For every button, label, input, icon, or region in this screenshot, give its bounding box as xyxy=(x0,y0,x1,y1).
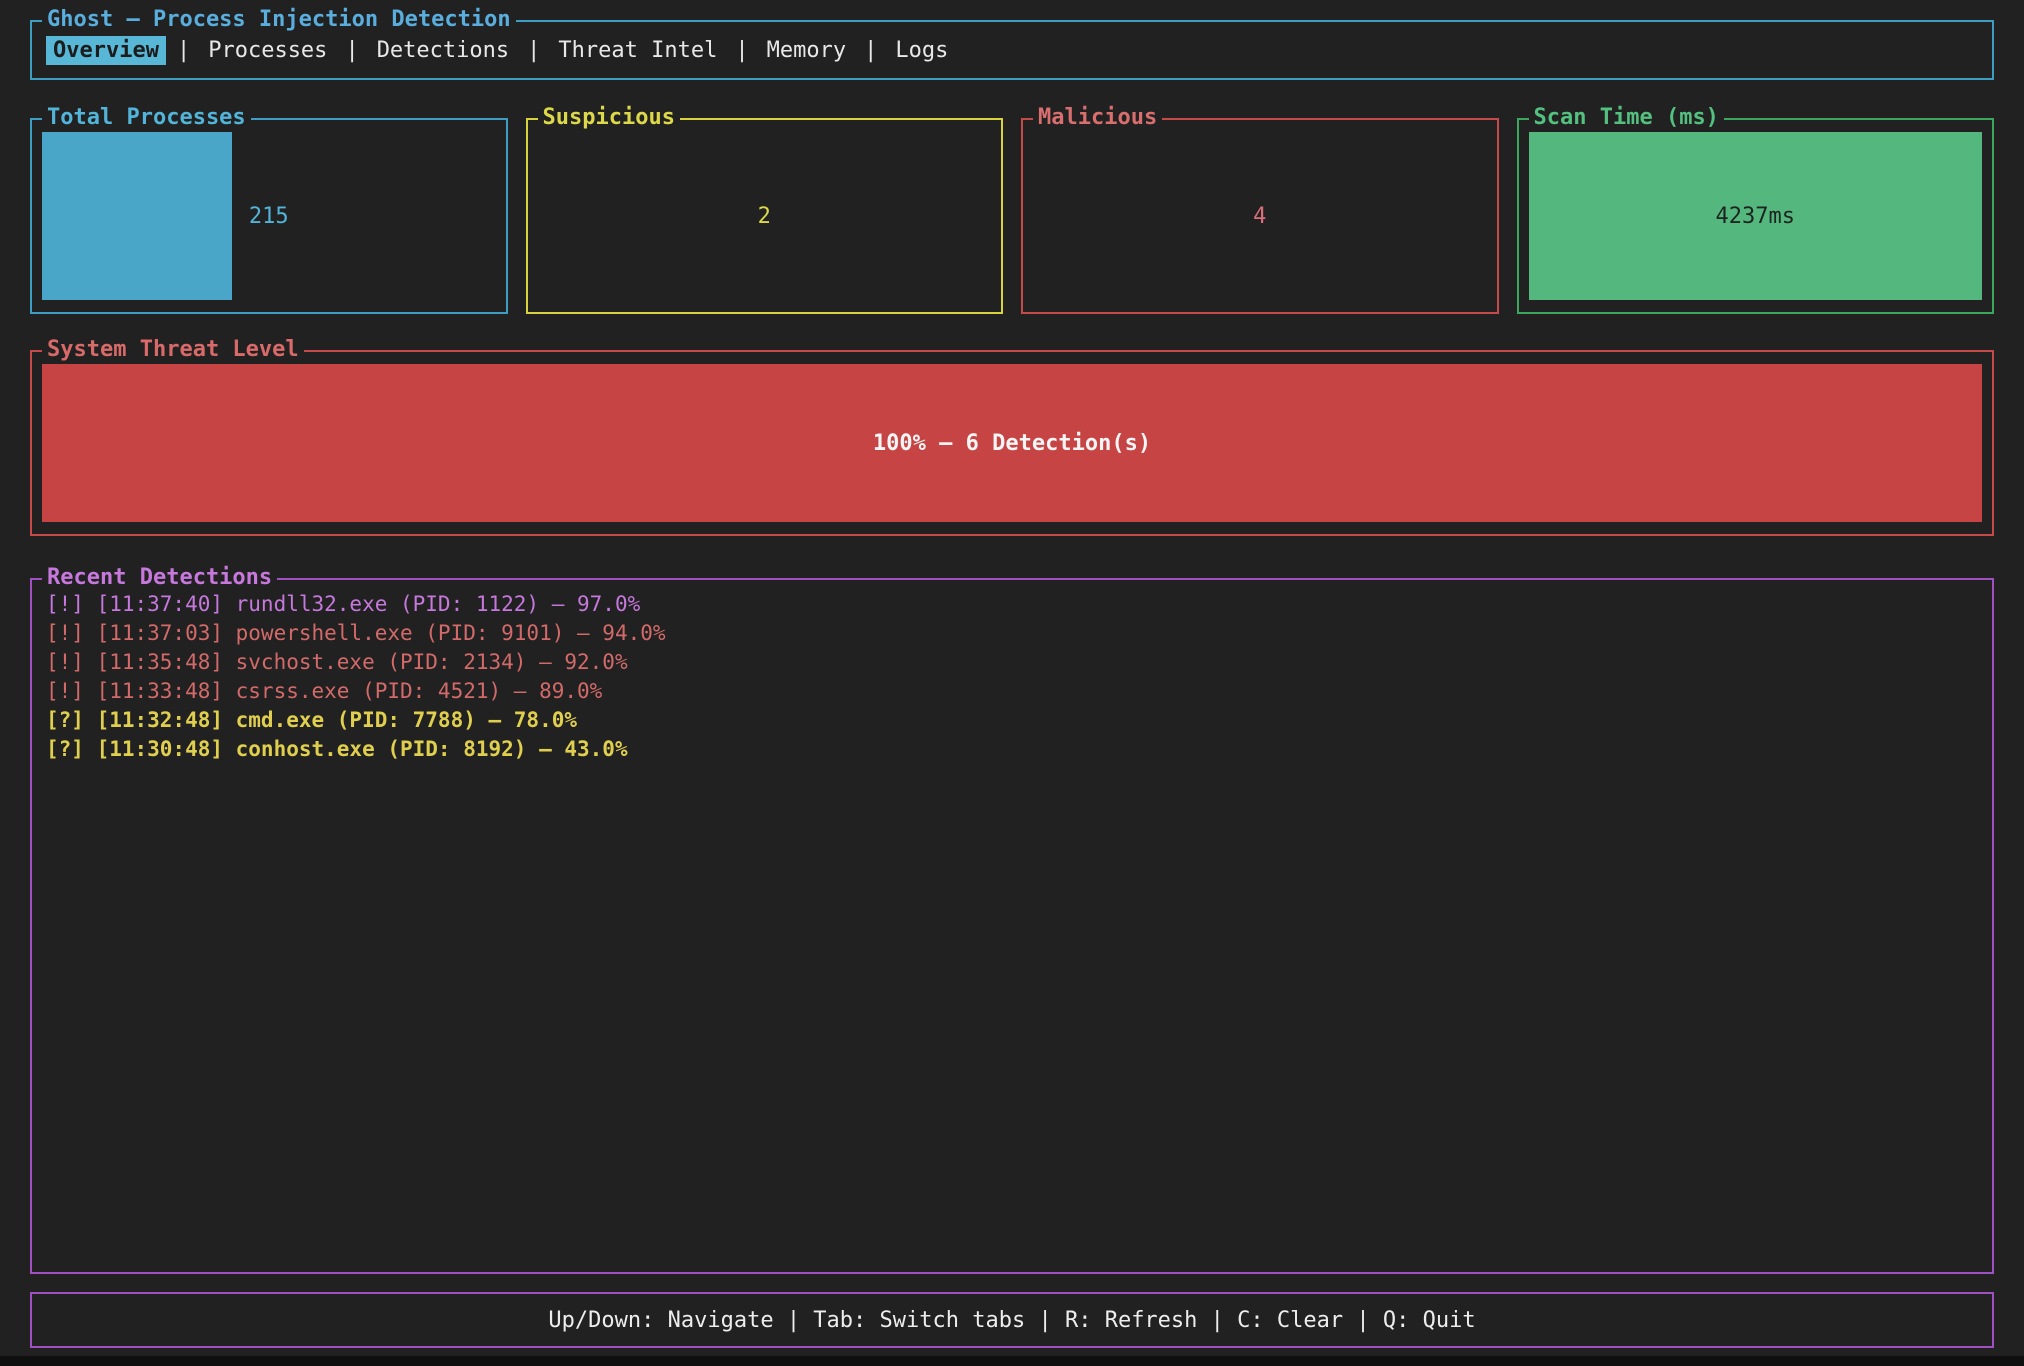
suspicious-card: Suspicious 2 xyxy=(526,118,1004,314)
detection-row[interactable]: [?] [11:30:48] conhost.exe (PID: 8192) —… xyxy=(46,735,1978,764)
scan-time-value: 4237ms xyxy=(1529,132,1983,300)
threat-level-title: System Threat Level xyxy=(42,336,304,364)
header-tabs-box: Ghost — Process Injection Detection Over… xyxy=(30,20,1994,80)
tab-separator: | xyxy=(177,38,190,63)
detection-row[interactable]: [!] [11:35:48] svchost.exe (PID: 2134) —… xyxy=(46,648,1978,677)
detection-row[interactable]: [!] [11:37:40] rundll32.exe (PID: 1122) … xyxy=(46,590,1978,619)
scan-time-gauge: 4237ms xyxy=(1529,132,1983,300)
tab-memory[interactable]: Memory xyxy=(760,36,853,65)
malicious-card: Malicious 4 xyxy=(1021,118,1499,314)
detections-list: [!] [11:37:40] rundll32.exe (PID: 1122) … xyxy=(46,590,1978,1262)
stats-row: Total Processes 215 Suspicious 2 Malicio… xyxy=(30,118,1994,314)
scan-time-title: Scan Time (ms) xyxy=(1529,104,1724,132)
tab-detections[interactable]: Detections xyxy=(370,36,516,65)
detection-row[interactable]: [?] [11:32:48] cmd.exe (PID: 7788) — 78.… xyxy=(46,706,1978,735)
detection-row[interactable]: [!] [11:33:48] csrss.exe (PID: 4521) — 8… xyxy=(46,677,1978,706)
tab-separator: | xyxy=(345,38,358,63)
help-bar: Up/Down: Navigate | Tab: Switch tabs | R… xyxy=(30,1292,1994,1348)
window-bottom-edge xyxy=(0,1356,2024,1366)
detection-row[interactable]: [!] [11:37:03] powershell.exe (PID: 9101… xyxy=(46,619,1978,648)
total-processes-card: Total Processes 215 xyxy=(30,118,508,314)
tab-processes[interactable]: Processes xyxy=(201,36,334,65)
tab-bar: Overview | Processes | Detections | Thre… xyxy=(46,36,955,65)
total-processes-value: 215 xyxy=(42,132,496,300)
tab-separator: | xyxy=(527,38,540,63)
help-text: Up/Down: Navigate | Tab: Switch tabs | R… xyxy=(548,1308,1475,1333)
tab-overview[interactable]: Overview xyxy=(46,36,166,65)
tab-separator: | xyxy=(735,38,748,63)
threat-level-card: System Threat Level 100% — 6 Detection(s… xyxy=(30,350,1994,536)
threat-level-value: 100% — 6 Detection(s) xyxy=(42,364,1982,522)
recent-detections-title: Recent Detections xyxy=(42,564,277,592)
app-root: Ghost — Process Injection Detection Over… xyxy=(0,0,2024,1366)
tab-logs[interactable]: Logs xyxy=(888,36,955,65)
threat-level-gauge: 100% — 6 Detection(s) xyxy=(42,364,1982,522)
window-title: Ghost — Process Injection Detection xyxy=(42,6,516,34)
suspicious-count: 2 xyxy=(528,120,1002,312)
recent-detections-card: Recent Detections [!] [11:37:40] rundll3… xyxy=(30,578,1994,1274)
malicious-count: 4 xyxy=(1023,120,1497,312)
tab-separator: | xyxy=(864,38,877,63)
tab-threat-intel[interactable]: Threat Intel xyxy=(551,36,724,65)
total-processes-gauge: 215 xyxy=(42,132,496,300)
scan-time-card: Scan Time (ms) 4237ms xyxy=(1517,118,1995,314)
total-processes-title: Total Processes xyxy=(42,104,251,132)
